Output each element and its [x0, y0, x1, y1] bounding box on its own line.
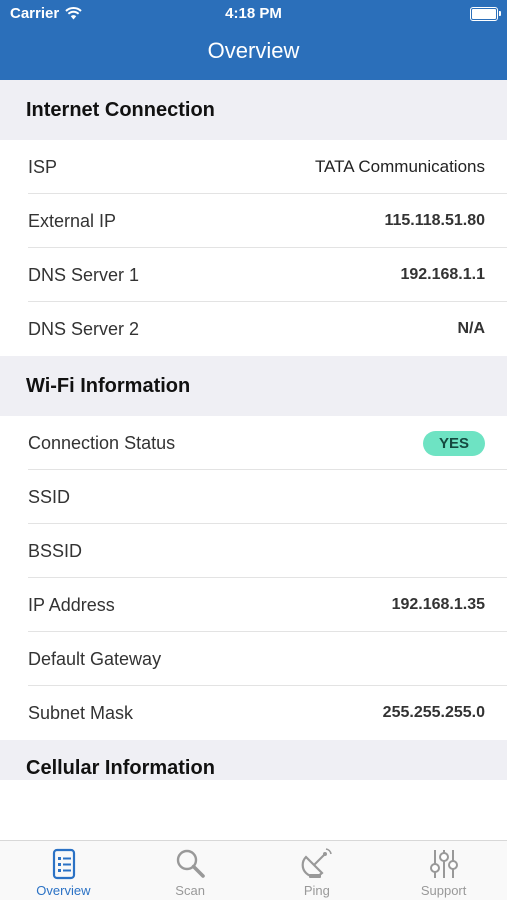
tab-scan[interactable]: Scan	[127, 841, 254, 900]
row-label: IP Address	[28, 594, 115, 615]
section-header-internet: Internet Connection	[0, 80, 507, 140]
row-subnet-mask: Subnet Mask 255.255.255.0	[0, 686, 507, 740]
row-value: 192.168.1.1	[400, 266, 485, 283]
page-title: Overview	[207, 38, 300, 63]
status-time: 4:18 PM	[225, 5, 282, 22]
row-dns-server-1: DNS Server 1 192.168.1.1	[0, 248, 507, 302]
overview-list[interactable]: Internet Connection ISP TATA Communicati…	[0, 80, 507, 780]
section-header-cellular: Cellular Information	[0, 740, 507, 780]
row-ssid: SSID	[0, 470, 507, 524]
row-value: TATA Communications	[314, 157, 485, 176]
section-header-wifi: Wi-Fi Information	[0, 356, 507, 416]
row-default-gateway: Default Gateway	[0, 632, 507, 686]
row-isp: ISP TATA Communications	[0, 140, 507, 194]
row-value: N/A	[457, 320, 485, 337]
row-connection-status: Connection Status YES	[0, 416, 507, 470]
row-value: 192.168.1.35	[391, 596, 485, 613]
tab-label: Overview	[36, 883, 91, 898]
tab-label: Scan	[175, 883, 205, 898]
row-ip-address: IP Address 192.168.1.35	[0, 578, 507, 632]
document-list-icon	[53, 848, 76, 880]
screen: Carrier 4:18 PM Overview Internet Connec…	[0, 0, 507, 900]
navigation-header: Carrier 4:18 PM Overview	[0, 0, 507, 80]
sliders-icon	[429, 850, 458, 878]
row-label: DNS Server 2	[28, 318, 140, 339]
tab-ping[interactable]: Ping	[254, 841, 381, 900]
magnifier-icon	[176, 849, 205, 878]
row-label: Connection Status	[28, 432, 176, 453]
row-label: External IP	[28, 210, 117, 231]
row-label: DNS Server 1	[28, 264, 140, 285]
tab-overview[interactable]: Overview	[0, 841, 127, 900]
row-external-ip: External IP 115.118.51.80	[0, 194, 507, 248]
row-value: 115.118.51.80	[384, 212, 485, 229]
battery-icon	[470, 7, 501, 21]
row-label: SSID	[28, 486, 71, 507]
tab-support[interactable]: Support	[380, 841, 507, 900]
tab-label: Ping	[303, 883, 330, 898]
satellite-dish-icon	[301, 848, 332, 878]
row-label: BSSID	[28, 540, 83, 561]
connection-status-badge: YES	[422, 430, 485, 456]
row-label: Subnet Mask	[28, 702, 134, 723]
status-bar: Carrier 4:18 PM	[0, 0, 507, 28]
row-label: ISP	[28, 156, 58, 177]
row-label: Default Gateway	[28, 648, 162, 669]
tab-label: Support	[420, 883, 467, 898]
row-dns-server-2: DNS Server 2 N/A	[0, 302, 507, 356]
row-bssid: BSSID	[0, 524, 507, 578]
row-value: 255.255.255.0	[382, 704, 485, 721]
tab-bar: Overview Scan Ping Support	[0, 840, 507, 900]
